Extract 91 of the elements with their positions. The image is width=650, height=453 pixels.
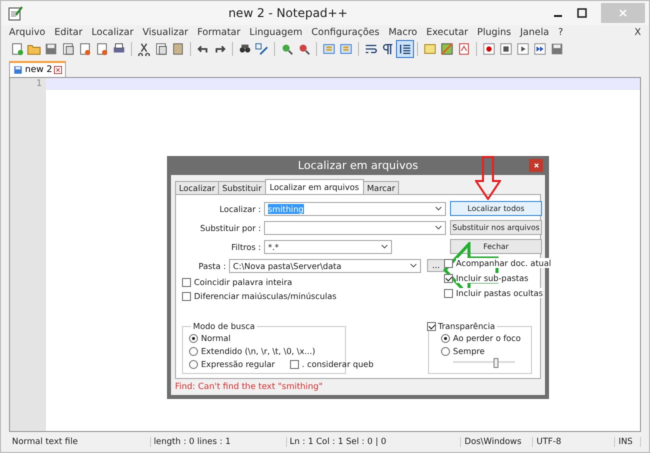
- radio-label: Normal: [201, 333, 231, 343]
- indent-guide-icon[interactable]: [397, 41, 413, 57]
- dialog-tab[interactable]: Localizar em arquivos: [264, 179, 364, 194]
- status-bar-field: INS: [615, 437, 641, 447]
- combo-box[interactable]: C:\Nova pasta\Server\data: [229, 258, 421, 272]
- radio-label: Expressão regular: [201, 359, 275, 369]
- status-bar-field: Dos\Windows: [461, 437, 534, 447]
- close-icon[interactable]: [532, 161, 540, 170]
- save-macro-icon[interactable]: [549, 41, 565, 57]
- close-file-icon[interactable]: [77, 41, 93, 57]
- record-icon[interactable]: [481, 41, 497, 57]
- status-bar-field: Normal text file: [9, 437, 151, 447]
- field-label: Substituir por :: [199, 222, 261, 232]
- document-tab[interactable]: new 2: [9, 61, 66, 77]
- transparency-slider[interactable]: [453, 361, 515, 369]
- save-icon[interactable]: [43, 41, 59, 57]
- replace-icon[interactable]: [254, 41, 270, 57]
- checkbox[interactable]: [182, 278, 191, 286]
- fast-forward-icon[interactable]: [532, 41, 548, 57]
- menu-item[interactable]: Localizar: [92, 26, 134, 38]
- radio-button[interactable]: [441, 346, 450, 356]
- radio-button[interactable]: [189, 346, 198, 356]
- stop-icon[interactable]: [498, 41, 514, 57]
- status-bar-field: UTF-8: [533, 437, 616, 447]
- cut-icon[interactable]: [136, 41, 152, 57]
- checkbox[interactable]: [182, 292, 191, 300]
- radio-label: Sempre: [453, 346, 485, 356]
- panel-icon[interactable]: [422, 41, 438, 57]
- checkbox[interactable]: [444, 274, 453, 282]
- combo-box[interactable]: *.*: [264, 240, 392, 254]
- menu-item[interactable]: Macro: [388, 26, 418, 38]
- dialog-title: Localizar em arquivos: [298, 159, 418, 172]
- save-icon: [13, 65, 23, 75]
- checkbox-label: Diferenciar maiúsculas/minúsculas: [194, 291, 337, 301]
- checkbox[interactable]: [444, 288, 453, 298]
- checkbox-label: Acompanhar doc. atual: [456, 258, 552, 268]
- status-bar-field: length : 0 lines : 1: [150, 437, 287, 447]
- menu-item[interactable]: Plugins: [477, 26, 512, 38]
- new-file-icon[interactable]: [9, 41, 25, 57]
- menu-item[interactable]: Editar: [54, 26, 82, 38]
- menu-close-button[interactable]: X: [634, 26, 641, 38]
- menu-item[interactable]: Linguagem: [249, 26, 302, 38]
- checkbox[interactable]: [290, 360, 299, 368]
- save-all-icon[interactable]: [60, 41, 76, 57]
- sync-vertical-icon[interactable]: [321, 41, 337, 57]
- status-bar-field: Ln : 1 Col : 1 Sel : 0 | 0: [286, 437, 462, 447]
- checkbox[interactable]: [427, 322, 436, 330]
- menu-item[interactable]: Formatar: [197, 26, 240, 38]
- dialog-tab[interactable]: Marcar: [362, 181, 400, 194]
- menu-item[interactable]: Arquivo: [9, 26, 46, 38]
- radio-button[interactable]: [441, 334, 450, 342]
- checkbox-label: Incluir pastas ocultas: [456, 288, 543, 298]
- line-number: 1: [35, 78, 42, 90]
- menu-item[interactable]: Configurações: [311, 26, 380, 38]
- menu-item[interactable]: Executar: [426, 26, 468, 38]
- document-list-icon[interactable]: [456, 41, 472, 57]
- field-value: smithing: [268, 204, 304, 214]
- menu-item[interactable]: Janela: [520, 26, 550, 38]
- window-title: new 2 - Notepad++: [227, 6, 349, 20]
- radio-label: Ao perder o foco: [453, 333, 521, 343]
- field-value: C:\Nova pasta\Server\data: [233, 260, 342, 270]
- field-label: Pasta :: [198, 260, 226, 270]
- checkbox-label: . considerar queb: [302, 359, 374, 369]
- dialog-tab[interactable]: Substituir: [218, 181, 266, 194]
- menu-item[interactable]: ?: [558, 26, 564, 38]
- maximize-icon[interactable]: [577, 8, 587, 18]
- field-label: Localizar :: [218, 204, 261, 214]
- dialog-tab[interactable]: Localizar: [175, 181, 220, 194]
- checkbox-label: Transparência: [438, 321, 496, 331]
- copy-icon[interactable]: [153, 41, 169, 57]
- field-value: *.*: [268, 242, 280, 252]
- slider-thumb[interactable]: [494, 358, 499, 368]
- radio-label: Extendido (\n, \r, \t, \0, \x...): [201, 346, 316, 356]
- sync-horizontal-icon[interactable]: [338, 41, 354, 57]
- browse-button[interactable]: ...: [427, 259, 445, 272]
- checkbox[interactable]: [444, 258, 453, 268]
- status-message: Find: Can't find the text "smithing": [175, 381, 324, 393]
- menu-item[interactable]: Visualizar: [142, 26, 188, 38]
- dialog-close-button[interactable]: [529, 159, 543, 172]
- down-arrow-annotation: [475, 156, 501, 200]
- radio-button[interactable]: [189, 334, 198, 342]
- notepad-icon: [7, 5, 23, 21]
- close-all-icon[interactable]: [94, 41, 110, 57]
- checkbox-label: Incluir sub-pastas: [456, 273, 528, 283]
- group-title: Modo de busca: [192, 321, 256, 331]
- checkbox-label: Coincidir palavra inteira: [194, 277, 292, 287]
- field-label: Filtros :: [230, 242, 261, 252]
- close-icon[interactable]: [54, 66, 62, 74]
- paste-icon[interactable]: [170, 41, 186, 57]
- radio-button[interactable]: [189, 360, 198, 368]
- play-icon[interactable]: [515, 41, 531, 57]
